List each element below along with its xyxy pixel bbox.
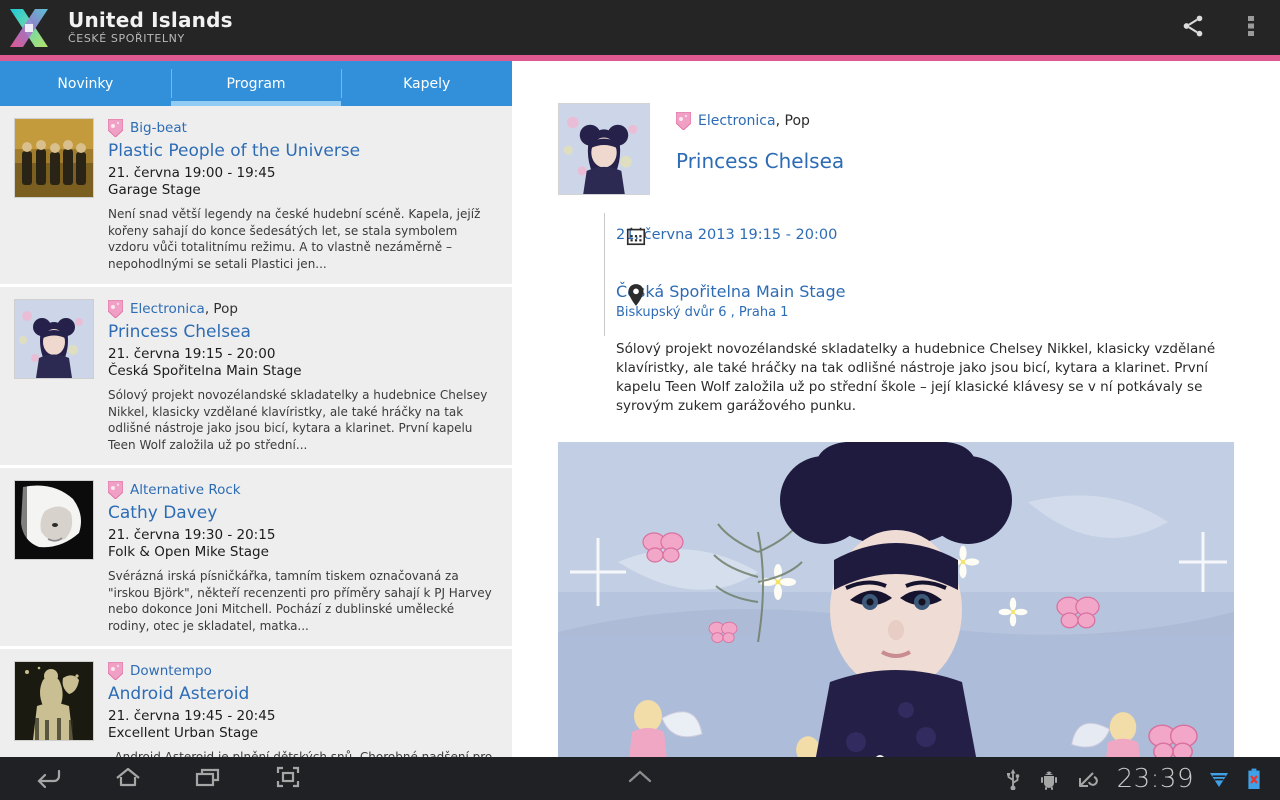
genre-shield-icon — [107, 480, 124, 500]
detail-description: Sólový projekt novozélandské skladatelky… — [616, 341, 1216, 414]
app-logo[interactable] — [0, 0, 58, 55]
meta-divider — [604, 213, 605, 336]
tab-program[interactable]: Program — [170, 61, 342, 106]
app-title-block: United Islands ČESKÉ SPOŘITELNY — [68, 9, 233, 46]
thumbnail-princess-chelsea — [14, 299, 94, 379]
list-item-title[interactable]: Princess Chelsea — [108, 321, 498, 343]
page-title: United Islands — [68, 8, 233, 32]
genre-primary[interactable]: Alternative Rock — [130, 482, 241, 498]
list-item[interactable]: Big-beat Plastic People of the Universe … — [0, 106, 512, 287]
list-item-title[interactable]: Android Asteroid — [108, 683, 498, 705]
genre-row: Big-beat — [107, 118, 498, 138]
thumbnail-plastic-people — [14, 118, 94, 198]
chevron-up-icon — [624, 767, 656, 791]
detail-venue[interactable]: Česká Spořitelna Main Stage — [616, 281, 1280, 303]
screenshot-icon — [275, 765, 301, 793]
system-nav-buttons — [0, 757, 328, 800]
genre-secondary: , Pop — [204, 301, 238, 317]
genre-primary[interactable]: Big-beat — [130, 120, 187, 136]
battery-error-icon — [1247, 768, 1261, 790]
genre-shield-icon — [675, 111, 692, 131]
share-icon — [1180, 13, 1206, 43]
wifi-icon — [1209, 769, 1229, 789]
detail-thumbnail-princess-chelsea — [558, 103, 650, 195]
share-button[interactable] — [1164, 0, 1222, 55]
program-list[interactable]: Big-beat Plastic People of the Universe … — [0, 106, 512, 757]
home-button[interactable] — [88, 757, 168, 800]
tab-label: Program — [226, 75, 286, 92]
detail-header: Electronica , Pop Princess Chelsea — [512, 61, 1280, 195]
overflow-menu-icon — [1248, 14, 1254, 42]
list-item-body: Alternative Rock Cathy Davey 21. června … — [107, 480, 498, 634]
event-detail-pane: Electronica , Pop Princess Chelsea 21. č… — [512, 61, 1280, 757]
detail-location-row[interactable]: Česká Spořitelna Main Stage Biskupský dv… — [616, 281, 1280, 322]
status-icons[interactable]: 23:39 — [995, 757, 1280, 800]
united-islands-x-logo-icon — [7, 6, 51, 50]
list-item-time: 21. června 19:45 - 20:45 — [108, 708, 276, 724]
list-item-description: „Android Asteroid je plnění dětských snů… — [108, 750, 493, 757]
tab-label: Novinky — [57, 75, 114, 92]
list-item-stage: Folk & Open Mike Stage — [108, 544, 269, 560]
detail-meta-block: 21. června 2013 19:15 - 20:00 Česká Spoř… — [558, 213, 1280, 336]
detail-genre-secondary: , Pop — [775, 113, 810, 129]
status-clock: 23:39 — [1116, 763, 1194, 794]
list-item-time: 21. června 19:15 - 20:00 — [108, 346, 276, 362]
overflow-menu-button[interactable] — [1222, 0, 1280, 55]
list-item-time: 21. června 19:00 - 19:45 — [108, 165, 276, 181]
list-item-stage: Česká Spořitelna Main Stage — [108, 363, 302, 379]
screenshot-button[interactable] — [248, 757, 328, 800]
detail-genre-row: Electronica , Pop — [675, 111, 844, 131]
genre-row: Electronica , Pop — [107, 299, 498, 319]
list-item-description: Není snad větší legendy na české hudební… — [108, 207, 481, 271]
detail-genre-primary[interactable]: Electronica — [698, 113, 776, 129]
recent-apps-icon — [194, 765, 222, 793]
list-item[interactable]: Alternative Rock Cathy Davey 21. června … — [0, 468, 512, 649]
genre-shield-icon — [107, 299, 124, 319]
genre-row: Downtempo — [107, 661, 498, 681]
detail-date[interactable]: 21. června 2013 19:15 - 20:00 — [616, 225, 1280, 245]
back-icon — [34, 765, 62, 793]
list-item-description: Sólový projekt novozélandské skladatelky… — [108, 388, 488, 452]
detail-date-row[interactable]: 21. června 2013 19:15 - 20:00 — [616, 225, 1280, 261]
genre-shield-icon — [107, 661, 124, 681]
calendar-icon — [622, 225, 650, 247]
list-item-body: Electronica , Pop Princess Chelsea 21. č… — [107, 299, 498, 453]
tab-kapely[interactable]: Kapely — [341, 61, 512, 106]
detail-title: Princess Chelsea — [676, 149, 845, 173]
back-button[interactable] — [8, 757, 88, 800]
genre-shield-icon — [107, 118, 124, 138]
app-bar-actions — [1164, 0, 1280, 55]
list-item-body: Downtempo Android Asteroid 21. června 19… — [107, 661, 498, 757]
list-item-stage: Excellent Urban Stage — [108, 725, 259, 741]
android-debug-icon — [1040, 768, 1058, 790]
list-item[interactable]: Electronica , Pop Princess Chelsea 21. č… — [0, 287, 512, 468]
list-item-stage: Garage Stage — [108, 182, 201, 198]
list-item-time: 21. června 19:30 - 20:15 — [108, 527, 276, 543]
detail-header-text: Electronica , Pop Princess Chelsea — [675, 103, 845, 195]
tab-bar: Novinky Program Kapely — [0, 61, 512, 106]
app-bar: United Islands ČESKÉ SPOŘITELNY — [0, 0, 1280, 55]
list-item-title[interactable]: Plastic People of the Universe — [108, 140, 498, 162]
tab-label: Kapely — [403, 75, 451, 92]
map-pin-icon — [622, 283, 650, 307]
genre-primary[interactable]: Downtempo — [130, 663, 212, 679]
list-item[interactable]: Downtempo Android Asteroid 21. června 19… — [0, 649, 512, 757]
home-icon — [114, 765, 142, 793]
tab-novinky[interactable]: Novinky — [0, 61, 171, 106]
system-navigation-bar: 23:39 — [0, 757, 1280, 800]
list-item-description: Svérázná irská písničkářka, tamním tiske… — [108, 569, 492, 633]
recent-apps-button[interactable] — [168, 757, 248, 800]
app-subtitle: ČESKÉ SPOŘITELNY — [68, 32, 185, 45]
notification-drawer-handle[interactable] — [624, 767, 656, 791]
genre-primary[interactable]: Electronica — [130, 301, 205, 317]
thumbnail-cathy-davey — [14, 480, 94, 560]
detail-address[interactable]: Biskupský dvůr 6 , Praha 1 — [616, 303, 1280, 322]
sync-arrows-icon — [1076, 768, 1098, 790]
detail-photo-princess-chelsea[interactable] — [558, 442, 1234, 757]
usb-icon — [1004, 768, 1022, 790]
list-item-body: Big-beat Plastic People of the Universe … — [107, 118, 498, 272]
list-item-title[interactable]: Cathy Davey — [108, 502, 498, 524]
genre-row: Alternative Rock — [107, 480, 498, 500]
thumbnail-android-asteroid — [14, 661, 94, 741]
